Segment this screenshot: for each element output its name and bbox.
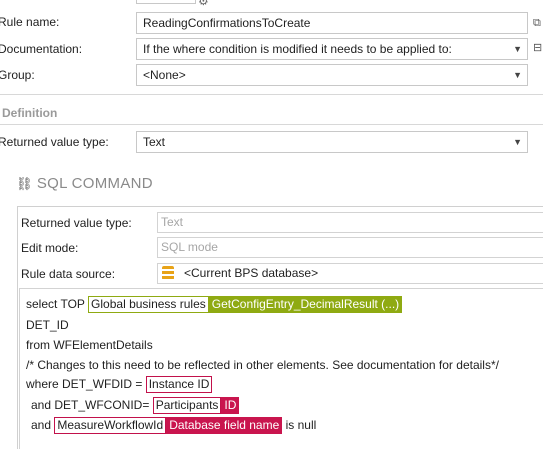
divider	[0, 124, 543, 125]
translate-icon[interactable]: ⧉	[533, 16, 543, 30]
top-field[interactable]: 1000	[136, 0, 196, 4]
returned-type-value: Text	[143, 135, 166, 149]
definition-section-title: Definition	[2, 106, 58, 120]
returned-type-select[interactable]: Text ▼	[136, 131, 528, 153]
sql-returned-type-label: Returned value type:	[21, 216, 132, 230]
code-line-3: from WFElementDetails	[26, 338, 153, 352]
code-line-4: /* Changes to this need to be reflected …	[26, 358, 499, 372]
group-label: Group:	[0, 68, 35, 82]
group-select[interactable]: <None> ▼	[136, 64, 528, 86]
data-source-value: <Current BPS database>	[184, 266, 319, 280]
edit-mode-field: SQL mode	[157, 237, 543, 258]
token-participants[interactable]: Participants	[152, 397, 222, 414]
token-get-config-entry[interactable]: GetConfigEntry_DecimalResult (...)	[208, 296, 403, 313]
link-icon: ⛓	[16, 176, 33, 191]
chevron-down-icon[interactable]: ▼	[513, 39, 522, 59]
token-measure-workflow-id[interactable]: MeasureWorkflowId	[54, 417, 167, 434]
chevron-down-icon[interactable]: ▼	[513, 65, 522, 85]
edit-mode-label: Edit mode:	[21, 241, 79, 255]
code-line-6: and DET_WFCONID= Participants ID	[31, 397, 240, 414]
documentation-label: Documentation:	[0, 42, 83, 56]
code-line-7: and MeasureWorkflowId Database field name…	[31, 417, 316, 434]
code-text: select TOP	[26, 297, 85, 311]
rule-name-label: Rule name:	[0, 15, 60, 29]
sql-returned-type-field: Text	[157, 212, 543, 233]
code-text: and DET_WFCONID=	[31, 398, 150, 412]
token-instance-id[interactable]: Instance ID	[145, 376, 213, 393]
documentation-value: If the where condition is modified it ne…	[143, 42, 452, 56]
code-line-5: where DET_WFDID = Instance ID	[26, 376, 213, 393]
settings-icon[interactable]: ⚙	[198, 0, 209, 8]
token-id[interactable]: ID	[221, 397, 240, 414]
database-icon	[162, 266, 174, 280]
data-source-field[interactable]: <Current BPS database>	[157, 263, 543, 284]
code-line-1: select TOP Global business rules GetConfi…	[26, 296, 403, 313]
code-text: is null	[285, 418, 317, 432]
group-value: <None>	[143, 68, 186, 82]
sql-command-header[interactable]: ⛓ SQL COMMAND	[16, 175, 153, 192]
code-text: and	[31, 418, 52, 432]
sql-command-title: SQL COMMAND	[36, 175, 153, 192]
expand-icon[interactable]: ⊟	[533, 41, 543, 55]
code-text: where DET_WFDID =	[26, 377, 143, 391]
token-global-business-rules[interactable]: Global business rules	[88, 296, 209, 313]
rule-name-input[interactable]: ReadingConfirmationsToCreate	[136, 12, 528, 34]
code-line-2: DET_ID	[26, 318, 69, 332]
divider	[0, 94, 543, 95]
token-database-field-name[interactable]: Database field name	[166, 417, 283, 434]
chevron-down-icon[interactable]: ▼	[513, 132, 522, 152]
data-source-label: Rule data source:	[21, 267, 116, 281]
returned-type-label: Returned value type:	[0, 135, 109, 149]
documentation-select[interactable]: If the where condition is modified it ne…	[136, 38, 528, 60]
